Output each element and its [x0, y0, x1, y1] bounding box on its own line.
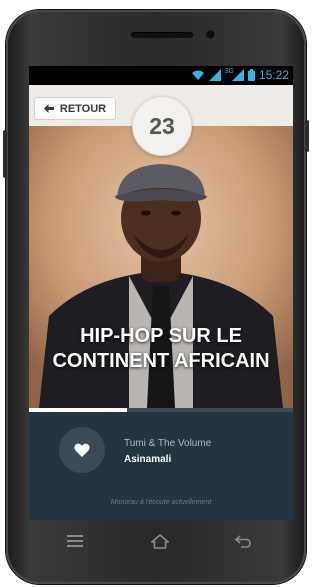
- back-button-label: RETOUR: [59, 102, 107, 115]
- track-number: 23: [149, 112, 175, 139]
- back-icon: [235, 534, 251, 548]
- power-button: [305, 120, 309, 152]
- track-number-badge: 23: [132, 96, 192, 156]
- screen: 3G 15:22 RETOUR 23 HIP-HOP SUR LE CONTIN…: [29, 66, 293, 520]
- playlist-title: HIP-HOP SUR LE CONTINENT AFRICAIN: [29, 324, 293, 374]
- battery-icon: [247, 69, 255, 81]
- arrow-left-icon: [43, 104, 54, 113]
- home-icon: [151, 533, 169, 549]
- status-time: 15:22: [258, 68, 289, 82]
- nav-back-button[interactable]: [228, 526, 258, 556]
- back-button[interactable]: RETOUR: [34, 97, 116, 120]
- playlist-title-line2: CONTINENT AFRICAIN: [52, 350, 270, 372]
- like-button[interactable]: [59, 427, 105, 473]
- wifi-icon: [191, 70, 204, 80]
- album-artwork: HIP-HOP SUR LE CONTINENT AFRICAIN: [29, 126, 293, 408]
- now-playing-label: Morceau à l'écoute actuellement: [110, 499, 212, 506]
- heart-icon: [74, 443, 90, 457]
- network-type-label: 3G: [224, 67, 234, 75]
- artist-name: Tumi & The Volume: [124, 438, 212, 449]
- earpiece-speaker: [131, 32, 193, 38]
- nav-menu-button[interactable]: [60, 526, 90, 556]
- playlist-title-line1: HIP-HOP SUR LE: [80, 325, 242, 347]
- signal-icon: [208, 69, 221, 81]
- volume-button: [3, 130, 7, 178]
- front-camera: [206, 30, 215, 39]
- status-bar: 3G 15:22: [29, 66, 293, 85]
- player-panel: Tumi & The Volume Asinamali Morceau à l'…: [29, 412, 293, 520]
- menu-icon: [67, 535, 83, 547]
- track-name: Asinamali: [124, 454, 172, 465]
- nav-home-button[interactable]: [145, 526, 175, 556]
